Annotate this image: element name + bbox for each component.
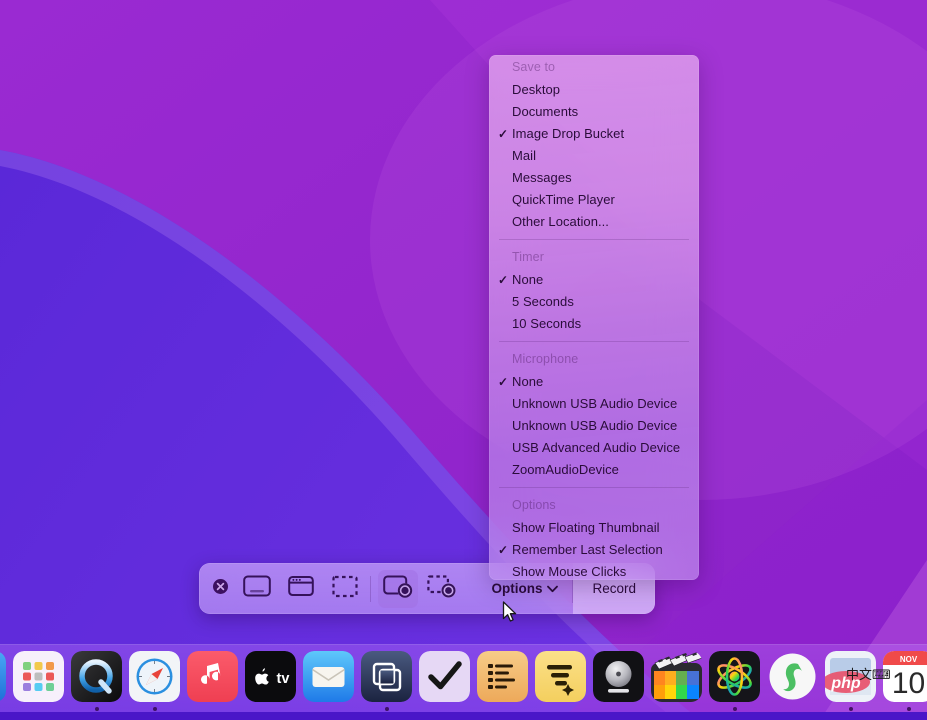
screen-icon	[243, 574, 271, 603]
running-dot	[385, 707, 389, 711]
close-circle-icon	[212, 578, 229, 600]
final-cut-pro-icon	[651, 651, 702, 702]
menu-item-mail[interactable]: Mail	[489, 145, 699, 167]
calendar-day: 10	[892, 667, 925, 700]
dock-item-things[interactable]	[419, 651, 470, 711]
menu-item-remember-last-selection[interactable]: Remember Last Selection	[489, 539, 699, 561]
options-label: Options	[491, 581, 542, 596]
dock-item-motion[interactable]	[709, 651, 760, 711]
safari-icon	[129, 651, 180, 702]
dock-item-launchpad[interactable]	[13, 651, 64, 711]
dock-item-safari[interactable]	[129, 651, 180, 711]
dashed-selection-icon	[332, 575, 358, 603]
green-f-icon	[767, 651, 818, 702]
capture-selected-portion-button[interactable]	[325, 570, 365, 608]
chevron-down-icon	[547, 581, 558, 596]
menu-section-microphone: Microphone None Unknown USB Audio Device…	[489, 347, 699, 481]
selection-record-icon	[427, 574, 457, 604]
dock-item-screenshot[interactable]	[361, 651, 412, 711]
menu-item-unknown-usb-audio-device-1[interactable]: Unknown USB Audio Device	[489, 393, 699, 415]
menu-section-options: Options Show Floating Thumbnail Remember…	[489, 493, 699, 580]
menu-item-show-floating-thumbnail[interactable]: Show Floating Thumbnail	[489, 517, 699, 539]
menu-header-options: Options	[489, 493, 699, 517]
window-icon	[288, 574, 314, 603]
screenshot-icon	[361, 651, 412, 702]
menu-header-timer: Timer	[489, 245, 699, 269]
close-button[interactable]	[205, 578, 235, 600]
menu-separator-1	[499, 239, 689, 240]
apple-tv-icon: tv	[245, 651, 296, 702]
omnioutliner-icon	[477, 651, 528, 702]
capture-selected-window-button[interactable]	[281, 570, 321, 608]
running-dot	[733, 707, 737, 711]
menu-item-usb-advanced-audio-device[interactable]: USB Advanced Audio Device	[489, 437, 699, 459]
menu-item-image-drop-bucket[interactable]: Image Drop Bucket	[489, 123, 699, 145]
screen-record-icon	[383, 574, 413, 604]
screenshot-options-menu[interactable]: Save to Desktop Documents Image Drop Buc…	[489, 55, 699, 580]
input-method-indicator[interactable]: 中文⌨	[846, 664, 891, 683]
menu-section-timer: Timer None 5 Seconds 10 Seconds	[489, 245, 699, 335]
dock-item-mindnode[interactable]	[535, 651, 586, 711]
dock-items: tv	[0, 645, 927, 711]
capture-button-group	[235, 570, 365, 608]
menu-item-timer-none[interactable]: None	[489, 269, 699, 291]
menu-separator-2	[499, 341, 689, 342]
finder-icon	[0, 651, 6, 702]
running-dot	[907, 707, 911, 711]
svg-text:tv: tv	[277, 671, 290, 687]
things-icon	[419, 651, 470, 702]
dock-item-logic-pro[interactable]	[593, 651, 644, 711]
calendar-month: NOV	[900, 655, 918, 664]
menu-item-show-mouse-clicks[interactable]: Show Mouse Clicks	[489, 561, 699, 580]
record-label: Record	[592, 581, 636, 596]
menu-item-timer-5-seconds[interactable]: 5 Seconds	[489, 291, 699, 313]
dock-item-finder[interactable]	[0, 651, 6, 711]
menu-item-desktop[interactable]: Desktop	[489, 79, 699, 101]
menu-item-quicktime-player[interactable]: QuickTime Player	[489, 189, 699, 211]
logic-pro-icon	[593, 651, 644, 702]
menu-item-unknown-usb-audio-device-2[interactable]: Unknown USB Audio Device	[489, 415, 699, 437]
dock-item-omnioutliner[interactable]	[477, 651, 528, 711]
dock-item-quicktime-player[interactable]	[71, 651, 122, 711]
running-dot	[849, 707, 853, 711]
menu-item-zoomaudiodevice[interactable]: ZoomAudioDevice	[489, 459, 699, 481]
menu-item-messages[interactable]: Messages	[489, 167, 699, 189]
launchpad-icon	[13, 651, 64, 702]
record-entire-screen-button[interactable]	[378, 570, 418, 608]
menu-separator-3	[499, 487, 689, 488]
menu-section-save-to: Save to Desktop Documents Image Drop Buc…	[489, 55, 699, 233]
dock[interactable]: tv	[0, 644, 927, 720]
menu-header-save-to: Save to	[489, 55, 699, 79]
motion-icon	[709, 651, 760, 702]
record-button-group	[376, 570, 462, 608]
mail-icon	[303, 651, 354, 702]
music-icon	[187, 651, 238, 702]
menu-header-microphone: Microphone	[489, 347, 699, 371]
capture-entire-screen-button[interactable]	[237, 570, 277, 608]
menu-item-microphone-none[interactable]: None	[489, 371, 699, 393]
dock-item-apple-tv[interactable]: tv	[245, 651, 296, 711]
dock-item-mail[interactable]	[303, 651, 354, 711]
dock-item-final-cut-pro[interactable]	[651, 651, 702, 711]
quicktime-player-icon	[71, 651, 122, 702]
mindnode-icon	[535, 651, 586, 702]
dock-bottom-bar	[0, 712, 927, 720]
menu-item-timer-10-seconds[interactable]: 10 Seconds	[489, 313, 699, 335]
toolbar-divider-1	[370, 576, 371, 602]
menu-item-documents[interactable]: Documents	[489, 101, 699, 123]
running-dot	[153, 707, 157, 711]
dock-item-music[interactable]	[187, 651, 238, 711]
running-dot	[95, 707, 99, 711]
dock-item-sketch-green[interactable]	[767, 651, 818, 711]
record-selected-portion-button[interactable]	[422, 570, 462, 608]
menu-item-other-location[interactable]: Other Location...	[489, 211, 699, 233]
mouse-cursor	[502, 601, 518, 629]
